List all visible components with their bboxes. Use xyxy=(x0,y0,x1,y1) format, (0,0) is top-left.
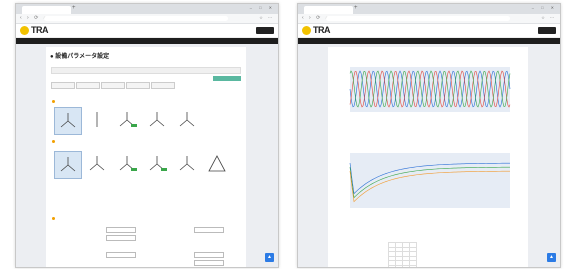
option-button xyxy=(101,82,125,89)
param-field[interactable] xyxy=(106,227,136,233)
site-logo-text[interactable]: TRA xyxy=(31,25,49,35)
site-header: TRA xyxy=(16,24,278,38)
connection-option-selected[interactable] xyxy=(54,151,82,179)
delta-connection-icon xyxy=(208,155,226,172)
connection-option[interactable] xyxy=(114,151,140,177)
chart-plot-area xyxy=(350,153,510,208)
address-bar: ‹ › ⟳ ⌂ ☆ ⋯ xyxy=(298,14,560,24)
window-controls[interactable]: – □ ✕ xyxy=(532,5,557,10)
logo-icon xyxy=(20,26,29,35)
wiring-option[interactable] xyxy=(144,107,170,133)
waveform-chart xyxy=(349,67,511,112)
star-wiring-icon xyxy=(149,112,165,127)
main-panel: ● 設備パラメータ設定 xyxy=(46,47,246,267)
connection-option[interactable] xyxy=(144,151,170,177)
content-area: ▲ xyxy=(298,44,560,267)
apply-button[interactable] xyxy=(213,76,241,81)
input-strip[interactable] xyxy=(51,67,241,74)
connection-option[interactable] xyxy=(204,151,230,177)
tab-bar: + – □ ✕ xyxy=(16,4,278,14)
option-button xyxy=(51,82,75,89)
bullet-icon xyxy=(52,217,55,220)
results-panel xyxy=(328,47,528,267)
browser-window-left: + – □ ✕ ‹ › ⟳ ⌂ ☆ ⋯ TRA ● 設備パラメータ設定 ▲ xyxy=(15,3,279,268)
param-field[interactable] xyxy=(106,252,136,258)
connection-option[interactable] xyxy=(174,151,200,177)
star-connection-icon xyxy=(179,156,195,171)
tab-bar: + – □ ✕ xyxy=(298,4,560,14)
browser-tab[interactable] xyxy=(22,6,71,14)
option-button xyxy=(151,82,175,89)
connection-option[interactable] xyxy=(84,151,110,177)
logo-icon xyxy=(302,26,311,35)
result-table xyxy=(388,242,417,267)
url-input[interactable] xyxy=(44,16,228,21)
param-field[interactable] xyxy=(106,235,136,241)
star-wiring-icon xyxy=(179,112,195,127)
transient-chart xyxy=(349,153,511,208)
wiring-option-selected[interactable] xyxy=(54,107,82,135)
star-connection-icon xyxy=(119,156,137,171)
table-row xyxy=(388,264,417,267)
option-button xyxy=(126,82,150,89)
new-tab-icon[interactable]: + xyxy=(354,5,358,11)
wiring-option[interactable] xyxy=(174,107,200,133)
param-field[interactable] xyxy=(194,227,224,233)
new-tab-icon[interactable]: + xyxy=(72,5,76,11)
star-wiring-icon xyxy=(96,112,98,127)
connection-icon-row xyxy=(54,151,236,179)
header-button[interactable] xyxy=(256,27,274,34)
star-wiring-icon xyxy=(119,112,137,127)
param-field[interactable] xyxy=(194,252,224,258)
scroll-top-button[interactable]: ▲ xyxy=(265,253,274,262)
wiring-option[interactable] xyxy=(114,107,140,133)
star-wiring-icon xyxy=(60,113,76,128)
url-input[interactable] xyxy=(326,16,510,21)
bullet-icon xyxy=(52,100,55,103)
page-title: ● 設備パラメータ設定 xyxy=(50,54,110,60)
wiring-icon-row xyxy=(54,107,236,135)
address-bar: ‹ › ⟳ ⌂ ☆ ⋯ xyxy=(16,14,278,24)
browser-window-right: + – □ ✕ ‹ › ⟳ ⌂ ☆ ⋯ TRA ▲ xyxy=(297,3,561,268)
browser-tab[interactable] xyxy=(304,6,353,14)
wiring-option[interactable] xyxy=(84,107,110,133)
star-connection-icon xyxy=(60,157,76,172)
content-area: ● 設備パラメータ設定 ▲ xyxy=(16,44,278,267)
window-controls[interactable]: – □ ✕ xyxy=(250,5,275,10)
star-connection-icon xyxy=(149,156,167,171)
toolbar-icons[interactable]: ☆ ⋯ xyxy=(541,15,556,20)
site-header: TRA xyxy=(298,24,560,38)
param-field[interactable] xyxy=(194,260,224,266)
bullet-icon xyxy=(52,140,55,143)
star-connection-icon xyxy=(89,156,105,171)
option-button xyxy=(76,82,100,89)
site-logo-text[interactable]: TRA xyxy=(313,25,331,35)
scroll-top-button[interactable]: ▲ xyxy=(547,253,556,262)
toolbar-icons[interactable]: ☆ ⋯ xyxy=(259,15,274,20)
header-button[interactable] xyxy=(538,27,556,34)
